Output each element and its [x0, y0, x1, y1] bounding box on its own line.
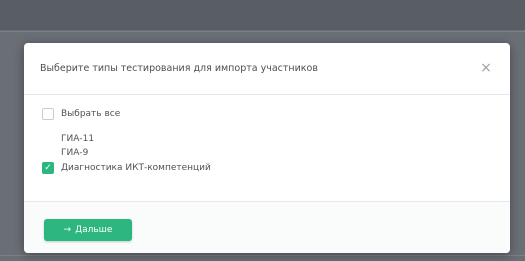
modal-body: Выбрать все ГИА-11 ГИА-9 ✓ Диагностика И…: [24, 96, 510, 201]
select-all-label: Выбрать все: [61, 109, 121, 119]
checkbox-icon[interactable]: [42, 108, 54, 120]
next-button[interactable]: → Дальше: [44, 219, 132, 241]
option-label: ГИА-9: [61, 148, 89, 158]
modal-header: Выберите типы тестирования для импорта у…: [24, 43, 510, 95]
option-label: Диагностика ИКТ-компетенций: [61, 163, 211, 173]
option-ict-checkbox[interactable]: ✓ Диагностика ИКТ-компетенций: [42, 161, 211, 175]
option-gia9-checkbox[interactable]: ГИА-9: [42, 146, 88, 160]
checkbox-checked-icon[interactable]: ✓: [42, 162, 54, 174]
checkmark-icon: ✓: [44, 162, 52, 173]
option-gia11-checkbox[interactable]: ГИА-11: [42, 132, 94, 146]
option-label: ГИА-11: [61, 134, 95, 144]
table-header: [0, 0, 525, 30]
modal-footer: → Дальше: [24, 201, 510, 253]
arrow-right-icon: →: [63, 225, 72, 235]
close-button[interactable]: ×: [476, 58, 496, 78]
select-all-checkbox[interactable]: Выбрать все: [42, 107, 120, 121]
modal-title: Выберите типы тестирования для импорта у…: [40, 63, 318, 74]
table-row-divider: [0, 31, 525, 32]
close-icon: ×: [480, 60, 492, 76]
next-button-label: Дальше: [75, 225, 113, 235]
import-participants-modal: Выберите типы тестирования для импорта у…: [24, 43, 510, 253]
table-row-divider: [0, 255, 525, 256]
